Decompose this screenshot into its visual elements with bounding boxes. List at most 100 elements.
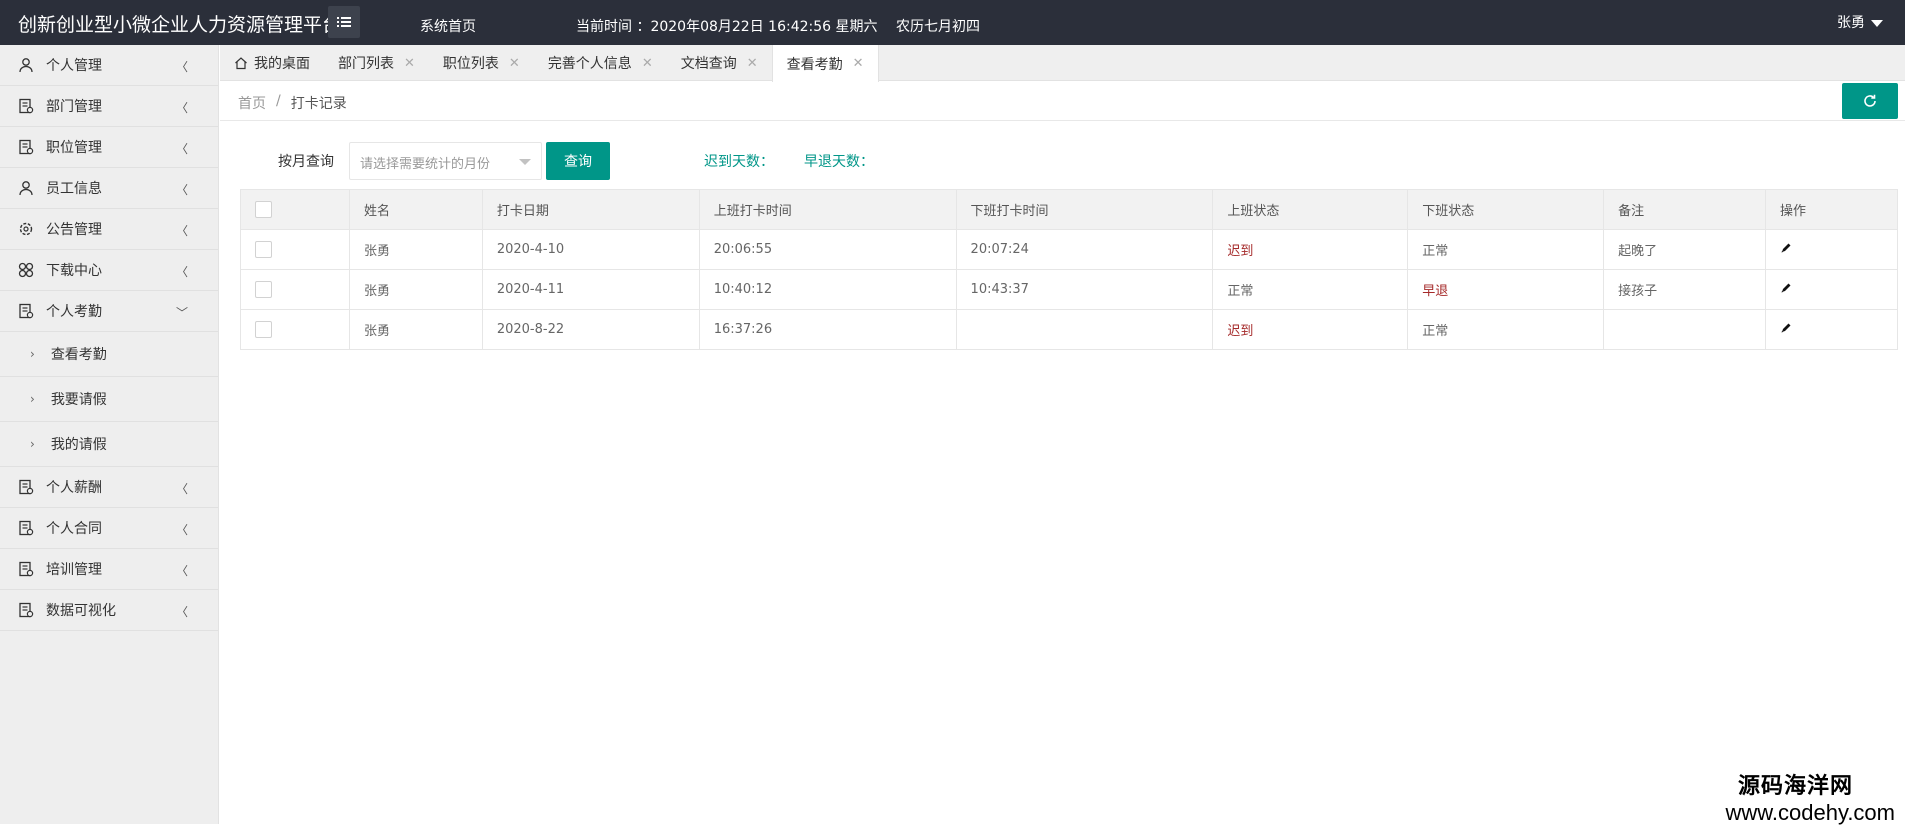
sidebar-item-label: 个人薪酬	[46, 480, 102, 496]
cell-date: 2020-8-22	[481, 309, 700, 350]
table-header-row: 姓名 打卡日期 上班打卡时间 下班打卡时间 上班状态 下班状态 备注 操作	[240, 189, 1898, 230]
tab-label: 职位列表	[442, 56, 499, 72]
app-logo: 创新创业型小微企业人力资源管理平台	[18, 14, 342, 36]
chevron-down-icon: ﹀	[175, 306, 188, 320]
breadcrumb-separator: /	[276, 93, 281, 109]
breadcrumb-home[interactable]: 首页	[238, 93, 266, 113]
cell-off: 10:43:37	[955, 269, 1214, 310]
sidebar-item-label: 员工信息	[46, 181, 102, 197]
close-icon[interactable]: ✕	[509, 56, 520, 71]
close-icon[interactable]: ✕	[642, 56, 653, 71]
doc-icon	[18, 520, 34, 536]
sidebar-item-0[interactable]: 个人管理 〈	[0, 45, 218, 86]
table-row: 张勇 2020-4-10 20:06:55 20:07:24 迟到 正常 起晚了	[240, 229, 1898, 270]
cell-on-status: 迟到	[1212, 309, 1409, 350]
sidebar-item-1[interactable]: 部门管理 〈	[0, 86, 218, 127]
sidebar-subitem-label: 查看考勤	[50, 347, 107, 363]
watermark-cn: 源码海洋网	[1737, 774, 1853, 799]
sidebar-item-label: 培训管理	[46, 562, 102, 578]
close-icon[interactable]: ✕	[404, 56, 415, 71]
sidebar-item-2[interactable]: 职位管理 〈	[0, 127, 218, 168]
chevron-left-icon: 〈	[175, 523, 188, 537]
cell-name: 张勇	[348, 269, 483, 310]
sidebar-item-5[interactable]: 下载中心 〈	[0, 250, 218, 291]
edit-icon[interactable]	[1780, 282, 1792, 294]
close-icon[interactable]: ✕	[853, 56, 864, 71]
column-header: 上班打卡时间	[698, 189, 957, 230]
query-button[interactable]: 查询	[546, 142, 610, 180]
row-select-cell	[240, 309, 350, 350]
sidebar-subitem-0[interactable]: › 查看考勤	[0, 332, 218, 377]
cell-note: 接孩子	[1603, 269, 1766, 310]
row-checkbox[interactable]	[255, 241, 272, 258]
chevron-left-icon: 〈	[175, 60, 188, 74]
month-query-label: 按月查询	[278, 154, 334, 170]
cell-on: 10:40:12	[698, 269, 957, 310]
sidebar-subitem-label: 我的请假	[50, 437, 107, 453]
user-menu[interactable]: 张勇	[1837, 12, 1883, 32]
action-cell	[1765, 229, 1898, 270]
chevron-left-icon: 〈	[175, 265, 188, 279]
sidebar-item-6[interactable]: 个人考勤 ﹀	[0, 291, 218, 332]
sidebar-item-label: 公告管理	[46, 222, 102, 238]
sidebar-item-label: 数据可视化	[46, 603, 116, 619]
cell-on-status: 正常	[1212, 269, 1409, 310]
tab-2[interactable]: 职位列表 ✕	[429, 45, 534, 81]
sidebar-item-label: 个人合同	[46, 521, 102, 537]
edit-icon[interactable]	[1780, 242, 1792, 254]
chevron-right-icon: ›	[30, 392, 35, 406]
attendance-table: 姓名 打卡日期 上班打卡时间 下班打卡时间 上班状态 下班状态 备注 操作 张勇 2020-4-…	[240, 189, 1898, 350]
lunar-date: 农历七月初四	[895, 19, 980, 35]
chevron-right-icon: ›	[30, 437, 35, 451]
close-icon[interactable]: ✕	[747, 56, 758, 71]
edit-icon[interactable]	[1780, 322, 1792, 334]
month-select-placeholder: 请选择需要统计的月份	[360, 157, 491, 172]
doc-icon	[18, 303, 34, 319]
sidebar-subitem-label: 我要请假	[50, 392, 107, 408]
tab-3[interactable]: 完善个人信息 ✕	[534, 45, 667, 81]
grid-icon	[18, 262, 34, 278]
chevron-left-icon: 〈	[175, 183, 188, 197]
tab-label: 部门列表	[338, 56, 394, 72]
early-leave-days-label: 早退天数：	[804, 154, 874, 170]
dropdown-arrow-icon	[519, 159, 531, 165]
row-select-cell	[240, 229, 350, 270]
user-icon	[18, 57, 34, 73]
sidebar-item-label: 部门管理	[46, 99, 102, 115]
sidebar-subitem-2[interactable]: › 我的请假	[0, 422, 218, 467]
sidebar-item-9[interactable]: 培训管理 〈	[0, 549, 218, 590]
cell-off-status: 早退	[1407, 269, 1605, 310]
sidebar-item-label: 下载中心	[46, 263, 102, 279]
cell-name: 张勇	[348, 229, 483, 270]
cell-name: 张勇	[348, 309, 483, 350]
cell-date: 2020-4-11	[481, 269, 700, 310]
row-checkbox[interactable]	[255, 321, 272, 338]
row-checkbox[interactable]	[255, 281, 272, 298]
menu-icon	[337, 17, 351, 27]
tab-0[interactable]: 我的桌面	[220, 45, 324, 81]
sidebar-item-10[interactable]: 数据可视化 〈	[0, 590, 218, 631]
sidebar-subitem-1[interactable]: › 我要请假	[0, 377, 218, 422]
chevron-left-icon: 〈	[175, 142, 188, 156]
doc-icon	[18, 561, 34, 577]
refresh-button[interactable]	[1842, 83, 1898, 119]
tab-4[interactable]: 文档查询 ✕	[667, 45, 772, 81]
tab-5[interactable]: 查看考勤 ✕	[771, 45, 879, 82]
month-select[interactable]: 请选择需要统计的月份	[349, 142, 542, 180]
menu-toggle-button[interactable]	[328, 6, 360, 38]
sidebar-item-4[interactable]: 公告管理 〈	[0, 209, 218, 250]
cell-off: 20:07:24	[955, 229, 1214, 270]
chevron-left-icon: 〈	[175, 482, 188, 496]
column-header: 打卡日期	[481, 189, 700, 230]
tab-1[interactable]: 部门列表 ✕	[324, 45, 429, 81]
chevron-left-icon: 〈	[175, 101, 188, 115]
sidebar-item-7[interactable]: 个人薪酬 〈	[0, 467, 218, 508]
breadcrumb-current: 打卡记录	[290, 96, 347, 112]
cell-off-status: 正常	[1407, 229, 1605, 270]
select-all-checkbox[interactable]	[255, 201, 272, 218]
sidebar-item-8[interactable]: 个人合同 〈	[0, 508, 218, 549]
tab-bar: 我的桌面 部门列表 ✕ 职位列表 ✕ 完善个人信息 ✕ 文档查询 ✕ 查看考勤 ✕	[220, 45, 1905, 82]
system-home-link[interactable]: 系统首页	[420, 16, 476, 36]
sidebar-item-3[interactable]: 员工信息 〈	[0, 168, 218, 209]
tab-label: 完善个人信息	[547, 56, 632, 72]
